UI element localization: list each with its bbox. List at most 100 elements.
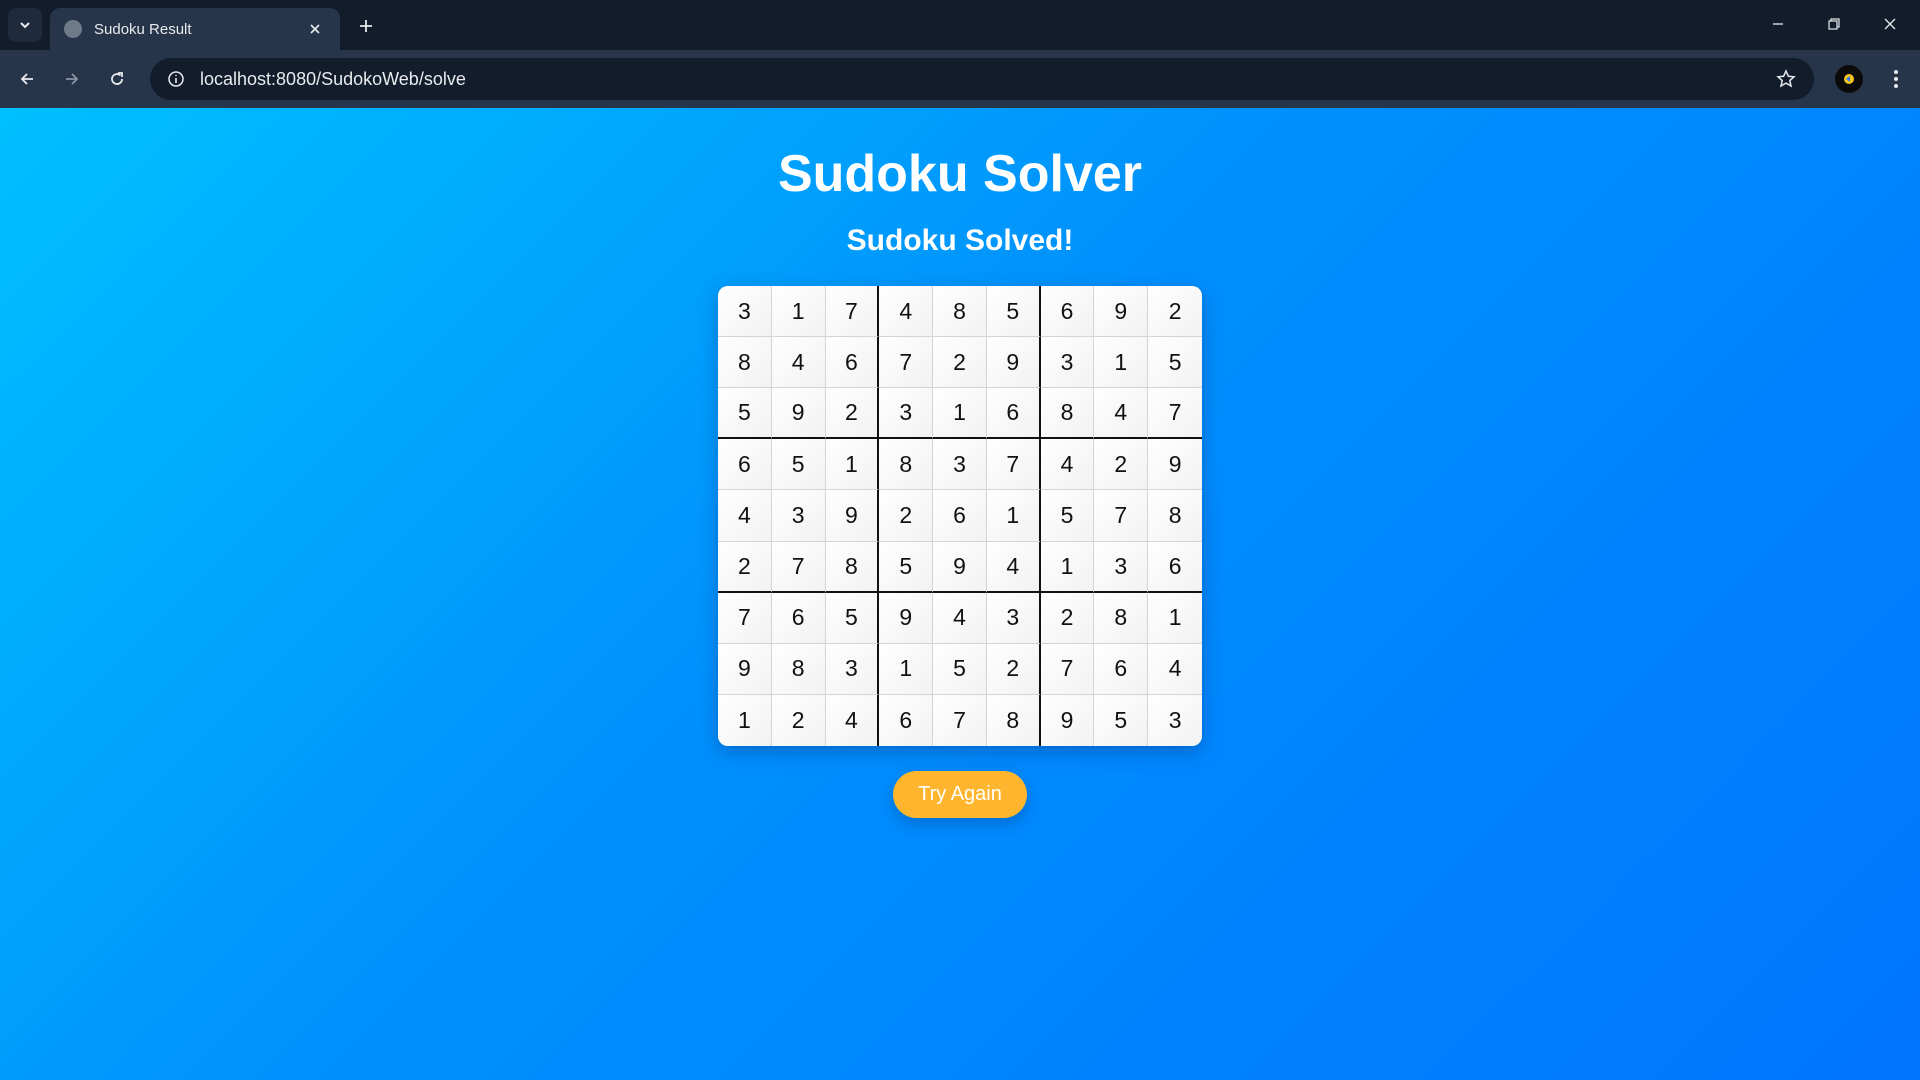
sudoku-cell: 9 [879, 592, 934, 644]
browser-tab[interactable]: Sudoku Result [50, 8, 340, 50]
sudoku-cell: 5 [1040, 490, 1095, 542]
sudoku-cell: 2 [933, 337, 987, 389]
chevron-down-icon[interactable] [8, 8, 42, 42]
close-icon[interactable] [304, 18, 326, 40]
close-window-icon[interactable] [1866, 6, 1914, 42]
sudoku-cell: 7 [986, 439, 1041, 491]
sudoku-cell: 4 [986, 541, 1041, 593]
sudoku-cell: 9 [1094, 286, 1149, 338]
plus-icon[interactable] [352, 12, 380, 40]
sudoku-cell: 4 [825, 694, 880, 746]
browser-toolbar: localhost:8080/SudokoWeb/solve [0, 50, 1920, 108]
try-again-button[interactable]: Try Again [893, 771, 1027, 818]
sudoku-cell: 3 [1148, 694, 1202, 746]
sudoku-cell: 7 [933, 694, 987, 746]
sudoku-cell: 1 [1148, 592, 1202, 644]
sudoku-cell: 5 [825, 592, 880, 644]
sudoku-cell: 5 [986, 286, 1041, 338]
info-icon[interactable] [164, 67, 188, 91]
sudoku-cell: 3 [825, 643, 880, 695]
sudoku-cell: 6 [718, 439, 772, 491]
sudoku-cell: 2 [879, 490, 934, 542]
sudoku-cell: 1 [825, 439, 880, 491]
sudoku-cell: 8 [718, 337, 772, 389]
arrow-right-icon[interactable] [56, 63, 88, 95]
sudoku-cell: 6 [1040, 286, 1095, 338]
sudoku-cell: 7 [718, 592, 772, 644]
sudoku-cell: 9 [1040, 694, 1095, 746]
page-content: Sudoku Solver Sudoku Solved! 31748569284… [0, 108, 1920, 1080]
globe-icon [64, 20, 82, 38]
sudoku-cell: 6 [1094, 643, 1149, 695]
minimize-icon[interactable] [1754, 6, 1802, 42]
sudoku-cell: 7 [771, 541, 826, 593]
sudoku-cell: 8 [1040, 388, 1095, 440]
sudoku-cell: 3 [986, 592, 1041, 644]
sudoku-cell: 8 [986, 694, 1041, 746]
sudoku-cell: 5 [1148, 337, 1202, 389]
sudoku-cell: 4 [933, 592, 987, 644]
sudoku-cell: 1 [1040, 541, 1095, 593]
sudoku-cell: 1 [1094, 337, 1149, 389]
reload-icon[interactable] [101, 63, 133, 95]
sudoku-cell: 1 [771, 286, 826, 338]
sudoku-cell: 9 [825, 490, 880, 542]
avatar-icon[interactable] [1835, 65, 1863, 93]
sudoku-cell: 2 [718, 541, 772, 593]
sudoku-cell: 4 [771, 337, 826, 389]
sudoku-cell: 6 [933, 490, 987, 542]
sudoku-grid: 3174856928467293155923168476518374294392… [718, 286, 1202, 746]
sudoku-cell: 3 [771, 490, 826, 542]
sudoku-cell: 1 [879, 643, 934, 695]
kebab-menu-icon[interactable] [1880, 63, 1912, 95]
sudoku-cell: 5 [718, 388, 772, 440]
sudoku-cell: 7 [1094, 490, 1149, 542]
sudoku-cell: 7 [1148, 388, 1202, 440]
arrow-left-icon[interactable] [11, 63, 43, 95]
sudoku-cell: 5 [771, 439, 826, 491]
sudoku-cell: 9 [933, 541, 987, 593]
sudoku-cell: 5 [1094, 694, 1149, 746]
sudoku-cell: 2 [1148, 286, 1202, 338]
sudoku-cell: 8 [1094, 592, 1149, 644]
sudoku-cell: 9 [771, 388, 826, 440]
sudoku-cell: 7 [879, 337, 934, 389]
sudoku-cell: 1 [718, 694, 772, 746]
page-title: Sudoku Solver [777, 145, 1143, 203]
sudoku-cell: 6 [879, 694, 934, 746]
sudoku-cell: 8 [1148, 490, 1202, 542]
sudoku-cell: 3 [1040, 337, 1095, 389]
sudoku-cell: 1 [986, 490, 1041, 542]
sudoku-cell: 6 [1148, 541, 1202, 593]
sudoku-cell: 7 [1040, 643, 1095, 695]
sudoku-cell: 5 [879, 541, 934, 593]
sudoku-cell: 2 [1094, 439, 1149, 491]
sudoku-cell: 4 [1148, 643, 1202, 695]
sudoku-cell: 6 [771, 592, 826, 644]
url-text[interactable]: localhost:8080/SudokoWeb/solve [200, 69, 1770, 90]
sudoku-cell: 6 [986, 388, 1041, 440]
sudoku-cell: 3 [933, 439, 987, 491]
status-message: Sudoku Solved! [846, 224, 1074, 257]
sudoku-cell: 9 [1148, 439, 1202, 491]
star-icon[interactable] [1770, 63, 1802, 95]
sudoku-cell: 4 [1040, 439, 1095, 491]
sudoku-cell: 3 [879, 388, 934, 440]
sudoku-cell: 5 [933, 643, 987, 695]
sudoku-cell: 4 [879, 286, 934, 338]
tab-title: Sudoku Result [94, 20, 192, 38]
sudoku-cell: 4 [718, 490, 772, 542]
sudoku-cell: 7 [825, 286, 880, 338]
sudoku-cell: 2 [771, 694, 826, 746]
sudoku-cell: 2 [1040, 592, 1095, 644]
restore-icon[interactable] [1810, 6, 1858, 42]
sudoku-cell: 9 [986, 337, 1041, 389]
address-bar[interactable]: localhost:8080/SudokoWeb/solve [150, 58, 1814, 100]
sudoku-cell: 3 [1094, 541, 1149, 593]
sudoku-cell: 1 [933, 388, 987, 440]
sudoku-cell: 8 [771, 643, 826, 695]
sudoku-cell: 9 [718, 643, 772, 695]
sudoku-cell: 8 [825, 541, 880, 593]
sudoku-cell: 8 [933, 286, 987, 338]
sudoku-cell: 4 [1094, 388, 1149, 440]
